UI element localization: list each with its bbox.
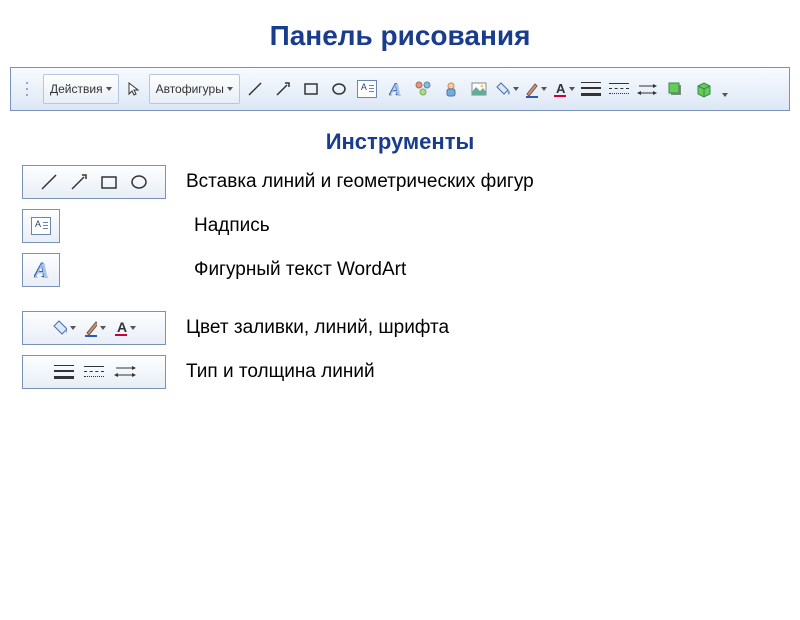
svg-text:A: A xyxy=(556,81,566,96)
lines-icon-block xyxy=(22,355,166,389)
drawing-toolbar: Действия Автофигуры A A xyxy=(10,67,790,111)
tools-subtitle: Инструменты xyxy=(0,129,800,155)
shapes-desc: Вставка линий и геометрических фигур xyxy=(186,171,534,193)
arrow-icon xyxy=(67,170,91,194)
wordart-button[interactable]: A xyxy=(383,77,407,101)
fill-color-icon xyxy=(52,316,76,340)
actions-button[interactable]: Действия xyxy=(43,74,119,104)
rectangle-icon xyxy=(97,170,121,194)
colors-desc: Цвет заливки, линий, шрифта xyxy=(186,317,449,339)
three-d-button[interactable] xyxy=(691,77,715,101)
line-button[interactable] xyxy=(243,77,267,101)
row-colors: A Цвет заливки, линий, шрифта xyxy=(22,311,800,345)
chevron-down-icon xyxy=(227,87,233,91)
autoshapes-label: Автофигуры xyxy=(156,82,224,96)
chevron-down-icon xyxy=(100,326,106,330)
arrow-style-button[interactable] xyxy=(635,77,659,101)
page-title: Панель рисования xyxy=(0,20,800,52)
oval-icon xyxy=(127,170,151,194)
arrow-line-button[interactable] xyxy=(271,77,295,101)
pointer-button[interactable] xyxy=(122,77,146,101)
line-dash-button[interactable] xyxy=(607,77,631,101)
colors-icon-block: A xyxy=(22,311,166,345)
fill-color-button[interactable] xyxy=(495,77,519,101)
textbox-icon-block xyxy=(22,209,60,243)
font-color-button[interactable]: A xyxy=(551,77,575,101)
row-lines: Тип и толщина линий xyxy=(22,355,800,389)
toolbar-options-button[interactable] xyxy=(719,77,731,101)
line-weight-icon xyxy=(52,360,76,384)
row-shapes: Вставка линий и геометрических фигур xyxy=(22,165,800,199)
textbox-button[interactable] xyxy=(355,77,379,101)
line-color-button[interactable] xyxy=(523,77,547,101)
rectangle-button[interactable] xyxy=(299,77,323,101)
shapes-icon-block xyxy=(22,165,166,199)
chevron-down-icon xyxy=(513,87,519,91)
oval-button[interactable] xyxy=(327,77,351,101)
lines-desc: Тип и толщина линий xyxy=(186,361,375,383)
font-color-icon: A xyxy=(112,316,136,340)
textbox-desc: Надпись xyxy=(194,215,270,237)
toolbar-grip[interactable] xyxy=(16,77,40,101)
shadow-button[interactable] xyxy=(663,77,687,101)
chevron-down-icon xyxy=(541,87,547,91)
wordart-icon-block: A xyxy=(22,253,60,287)
line-dash-icon xyxy=(82,360,106,384)
line-color-icon xyxy=(82,316,106,340)
row-textbox: Надпись xyxy=(22,209,800,243)
arrow-style-icon xyxy=(112,360,136,384)
actions-label: Действия xyxy=(50,82,103,96)
textbox-icon xyxy=(29,214,53,238)
line-weight-button[interactable] xyxy=(579,77,603,101)
line-icon xyxy=(37,170,61,194)
picture-button[interactable] xyxy=(467,77,491,101)
chevron-down-icon xyxy=(569,87,575,91)
chevron-down-icon xyxy=(106,87,112,91)
clipart-button[interactable] xyxy=(439,77,463,101)
chevron-down-icon xyxy=(130,326,136,330)
diagram-button[interactable] xyxy=(411,77,435,101)
chevron-down-icon xyxy=(70,326,76,330)
autoshapes-button[interactable]: Автофигуры xyxy=(149,74,240,104)
wordart-desc: Фигурный текст WordArt xyxy=(194,259,406,281)
svg-text:A: A xyxy=(117,319,127,335)
wordart-icon: A xyxy=(29,258,53,282)
row-wordart: A Фигурный текст WordArt xyxy=(22,253,800,287)
